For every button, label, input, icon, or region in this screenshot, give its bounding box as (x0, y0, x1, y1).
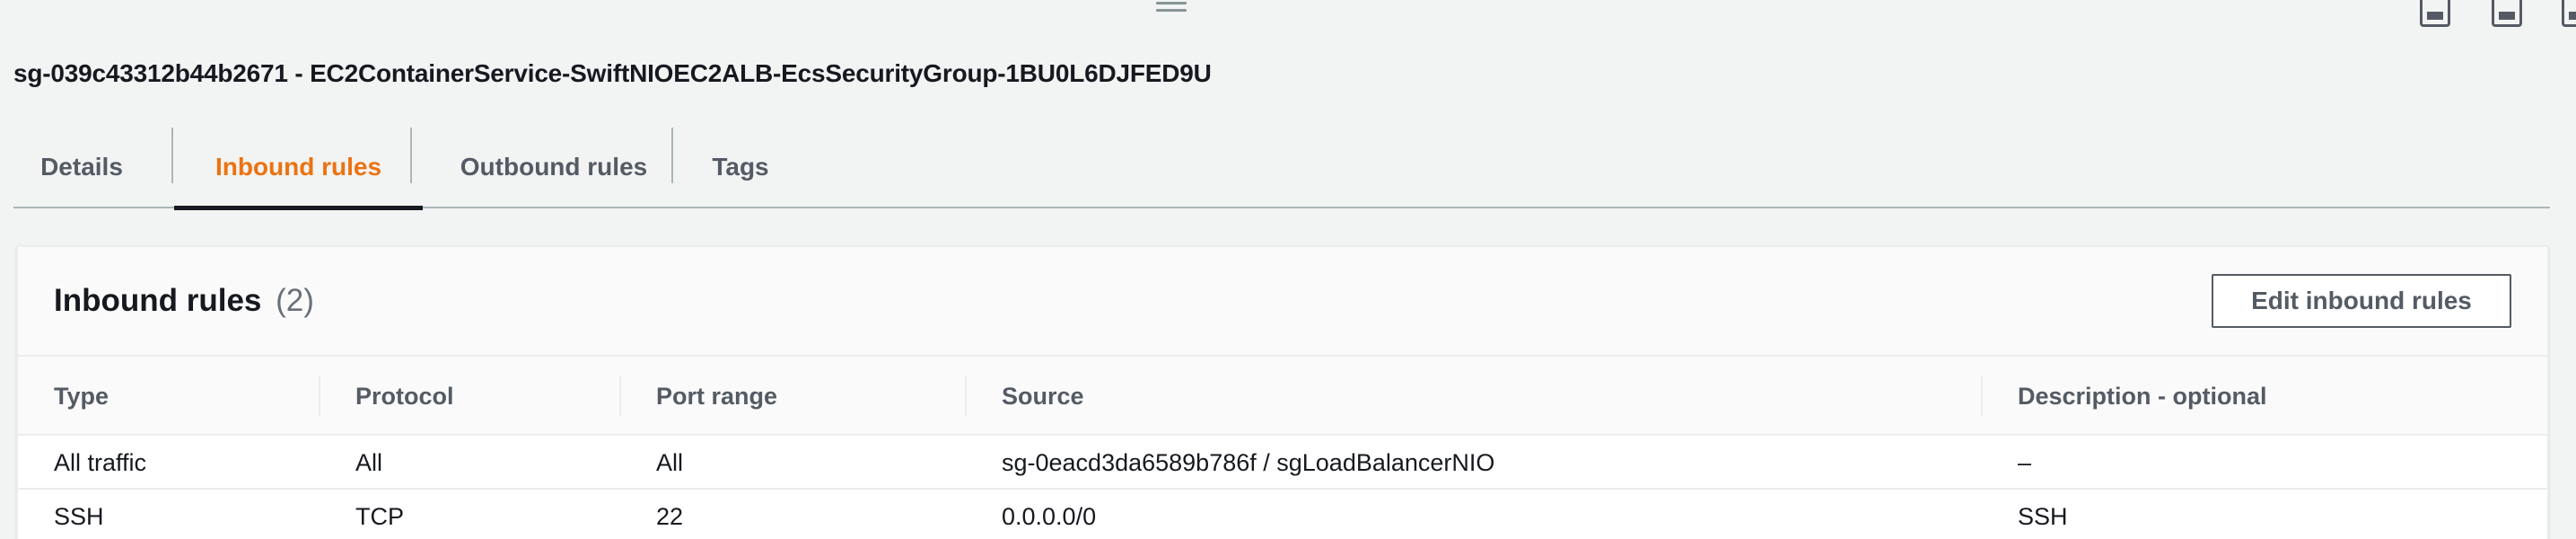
container-title-text: Inbound rules (54, 283, 262, 318)
tab-details[interactable]: Details (40, 126, 123, 208)
column-header-description[interactable]: Description - optional (2018, 357, 2267, 436)
edit-inbound-rules-button[interactable]: Edit inbound rules (2212, 274, 2511, 328)
panel-bottom-icon[interactable] (2492, 0, 2522, 27)
cell-protocol: TCP (355, 502, 404, 530)
column-divider[interactable] (619, 376, 621, 416)
panel-bottom-icon[interactable] (2420, 0, 2450, 27)
cell-source: sg-0eacd3da6589b786f / sgLoadBalancerNIO (1002, 448, 1495, 476)
tab-divider (671, 128, 673, 183)
column-divider[interactable] (1981, 376, 1983, 416)
tab-outbound-rules[interactable]: Outbound rules (433, 126, 675, 208)
cell-source: 0.0.0.0/0 (1002, 502, 1097, 530)
cell-protocol: All (355, 448, 383, 476)
cell-port-range: 22 (656, 502, 684, 530)
column-header-protocol[interactable]: Protocol (355, 357, 454, 436)
cell-port-range: All (656, 448, 684, 476)
table-row[interactable]: All traffic All All sg-0eacd3da6589b786f… (18, 436, 2547, 490)
page-title: sg-039c43312b44b2671 - EC2ContainerServi… (13, 59, 1212, 87)
column-header-source[interactable]: Source (1002, 357, 1084, 436)
table-header: Type Protocol Port range Source Descript… (18, 357, 2547, 436)
panel-side-icon[interactable] (2562, 0, 2576, 27)
security-group-details-panel: sg-039c43312b44b2671 - EC2ContainerServi… (0, 0, 2576, 539)
cell-description: SSH (2018, 502, 2068, 530)
tab-divider (171, 128, 173, 183)
cell-type: All traffic (54, 448, 147, 476)
column-divider[interactable] (965, 376, 967, 416)
cell-description: – (2018, 448, 2032, 476)
table-row[interactable]: SSH TCP 22 0.0.0.0/0 SSH (18, 490, 2547, 539)
container-header: Inbound rules (2) Edit inbound rules (18, 247, 2547, 357)
cell-type: SSH (54, 502, 104, 530)
tab-inbound-rules[interactable]: Inbound rules (174, 126, 423, 210)
inbound-rules-container: Inbound rules (2) Edit inbound rules Typ… (16, 245, 2549, 539)
container-title: Inbound rules (2) (54, 283, 314, 319)
column-header-port-range[interactable]: Port range (656, 357, 777, 436)
tab-bar: Details Inbound rules Outbound rules Tag… (13, 126, 2550, 210)
rules-count: (2) (276, 283, 314, 318)
drag-handle-icon[interactable] (1156, 0, 1187, 14)
column-divider[interactable] (319, 376, 320, 416)
tab-divider (410, 128, 412, 183)
tab-tags[interactable]: Tags (696, 126, 785, 208)
column-header-type[interactable]: Type (54, 357, 109, 436)
